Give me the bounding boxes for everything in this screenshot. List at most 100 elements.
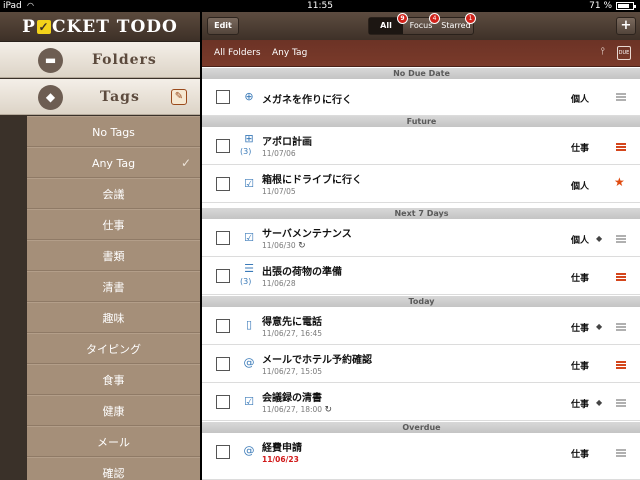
task-folder: 仕事	[571, 450, 590, 460]
task-folder: 個人	[571, 95, 590, 105]
priority-high-icon	[616, 273, 626, 282]
tag-item-no-tags[interactable]: No Tags	[27, 116, 200, 147]
task-checkbox[interactable]	[216, 269, 230, 283]
task-title: サーバメンテナンス	[262, 229, 352, 240]
task-due-date: 11/06/28	[262, 279, 296, 288]
priority-low-icon	[616, 449, 626, 458]
task-row[interactable]: ☑ 箱根にドライブに行く 11/07/05 個人 ★	[202, 165, 640, 203]
checkmark-logo-icon: ✓	[36, 20, 51, 34]
checklist-icon: ☑	[244, 231, 254, 244]
task-row[interactable]: ☑ 会議録の清書 11/06/27, 18:00 ↻ 仕事 ◆	[202, 383, 640, 421]
task-row[interactable]: ⊕ メガネを作りに行く 個人	[202, 79, 640, 116]
top-toolbar: Edit All 9 Focus 4 Starred 1 +	[202, 12, 640, 40]
edit-button[interactable]: Edit	[207, 17, 239, 35]
folder-icon: ▬	[38, 48, 63, 73]
list-icon: ☰	[244, 262, 254, 275]
task-checkbox[interactable]	[216, 357, 230, 371]
folders-label: Folders	[92, 52, 157, 68]
priority-high-icon	[616, 143, 626, 152]
task-checkbox[interactable]	[216, 90, 230, 104]
priority-high-icon	[616, 361, 626, 370]
folders-nav-button[interactable]: ▬ Folders	[0, 42, 200, 78]
task-row[interactable]: ⊞ (3) アポロ計画 11/07/06 仕事	[202, 127, 640, 165]
task-title: メガネを作りに行く	[262, 95, 352, 106]
tag-item[interactable]: 清書	[27, 271, 200, 302]
task-checkbox[interactable]	[216, 319, 230, 333]
tag-item[interactable]: 食事	[27, 364, 200, 395]
folder-filter[interactable]: All Folders	[214, 48, 261, 58]
task-due-date-overdue: 11/06/23	[262, 455, 299, 464]
tag-icon: ◆	[38, 85, 63, 110]
subtask-count: (3)	[240, 277, 252, 286]
task-panel: Edit All 9 Focus 4 Starred 1 + All Folders …	[201, 12, 640, 480]
tag-item[interactable]: 書類	[27, 240, 200, 271]
tag-item[interactable]: 確認	[27, 457, 200, 480]
task-due-date: 11/06/27, 16:45	[262, 329, 323, 338]
task-row[interactable]: ▯ 得意先に電話 11/06/27, 16:45 仕事 ◆	[202, 307, 640, 345]
battery-percent: 71 %	[589, 1, 612, 11]
task-due-date: 11/06/30 ↻	[262, 241, 306, 251]
task-due-date: 11/07/06	[262, 149, 296, 158]
section-header-overdue: Overdue	[202, 422, 640, 433]
task-checkbox[interactable]	[216, 177, 230, 191]
task-title: 得意先に電話	[262, 317, 322, 328]
repeat-icon: ↻	[324, 405, 333, 415]
task-due-date: 11/06/27, 15:05	[262, 367, 323, 376]
tag-item[interactable]: 会議	[27, 178, 200, 209]
tag-item[interactable]: 仕事	[27, 209, 200, 240]
checklist-icon: ☑	[244, 177, 254, 190]
pin-icon[interactable]: ⫯	[601, 46, 605, 57]
tags-label: Tags	[100, 89, 140, 105]
task-checkbox[interactable]	[216, 231, 230, 245]
task-title: メールでホテル予約確認	[262, 355, 372, 366]
task-checkbox[interactable]	[216, 395, 230, 409]
segment-all[interactable]: All 9	[369, 13, 408, 34]
starred-count-badge: 1	[465, 13, 476, 24]
target-icon: ⊕	[244, 90, 254, 103]
edit-tags-icon[interactable]: ✎	[171, 89, 187, 105]
task-folder: 仕事	[571, 274, 590, 284]
section-header-no-due: No Due Date	[202, 68, 640, 79]
priority-low-icon	[616, 323, 626, 332]
task-title: 会議録の清書	[262, 393, 322, 404]
task-title: アポロ計画	[262, 137, 312, 148]
add-task-button[interactable]: +	[616, 17, 636, 35]
task-title: 箱根にドライブに行く	[262, 175, 362, 186]
task-checkbox[interactable]	[216, 139, 230, 153]
task-row[interactable]: @ 経費申請 11/06/23 仕事	[202, 433, 640, 480]
tag-item-any-tag[interactable]: Any Tag ✓	[27, 147, 200, 178]
due-sort-icon[interactable]: DUE	[617, 46, 631, 60]
tag-item[interactable]: 趣味	[27, 302, 200, 333]
tag-filter[interactable]: Any Tag	[272, 48, 307, 58]
task-row[interactable]: @ メールでホテル予約確認 11/06/27, 15:05 仕事	[202, 345, 640, 383]
filter-bar: All Folders Any Tag ⫯ DUE	[202, 40, 640, 67]
section-header-future: Future	[202, 116, 640, 127]
tags-nav-button[interactable]: ◆ Tags ✎	[0, 79, 200, 115]
task-row[interactable]: ☑ サーバメンテナンス 11/06/30 ↻ 個人 ◆	[202, 219, 640, 257]
clock: 11:55	[307, 1, 333, 11]
task-folder: 仕事	[571, 362, 590, 372]
repeat-icon: ↻	[298, 241, 306, 251]
checkmark-icon: ✓	[180, 156, 191, 170]
tag-item[interactable]: メール	[27, 426, 200, 457]
priority-low-icon	[616, 235, 626, 244]
segment-focus[interactable]: Focus 4	[403, 13, 440, 34]
task-checkbox[interactable]	[216, 445, 230, 459]
tag-icon: ◆	[596, 322, 603, 331]
task-due-date: 11/06/27, 18:00 ↻	[262, 405, 333, 415]
task-row[interactable]: ☰ (3) 出張の荷物の準備 11/06/28 仕事	[202, 257, 640, 295]
task-title: 出張の荷物の準備	[262, 267, 342, 278]
priority-low-icon	[616, 93, 626, 102]
segment-starred[interactable]: Starred 1	[439, 13, 476, 34]
phone-icon: ▯	[245, 318, 253, 331]
task-folder: 仕事	[571, 144, 590, 154]
logo-bar: P ✓ CKET TODO	[0, 12, 200, 42]
email-icon: @	[243, 356, 255, 369]
tag-list: No Tags Any Tag ✓ 会議 仕事 書類 清書 趣味 タイピング 食事…	[27, 116, 200, 480]
tag-item[interactable]: 健康	[27, 395, 200, 426]
star-icon[interactable]: ★	[614, 175, 625, 189]
battery-icon	[616, 2, 636, 10]
tag-item[interactable]: タイピング	[27, 333, 200, 364]
filter-segmented-control: All 9 Focus 4 Starred 1	[368, 13, 476, 35]
app-logo: P ✓ CKET TODO	[22, 17, 178, 37]
